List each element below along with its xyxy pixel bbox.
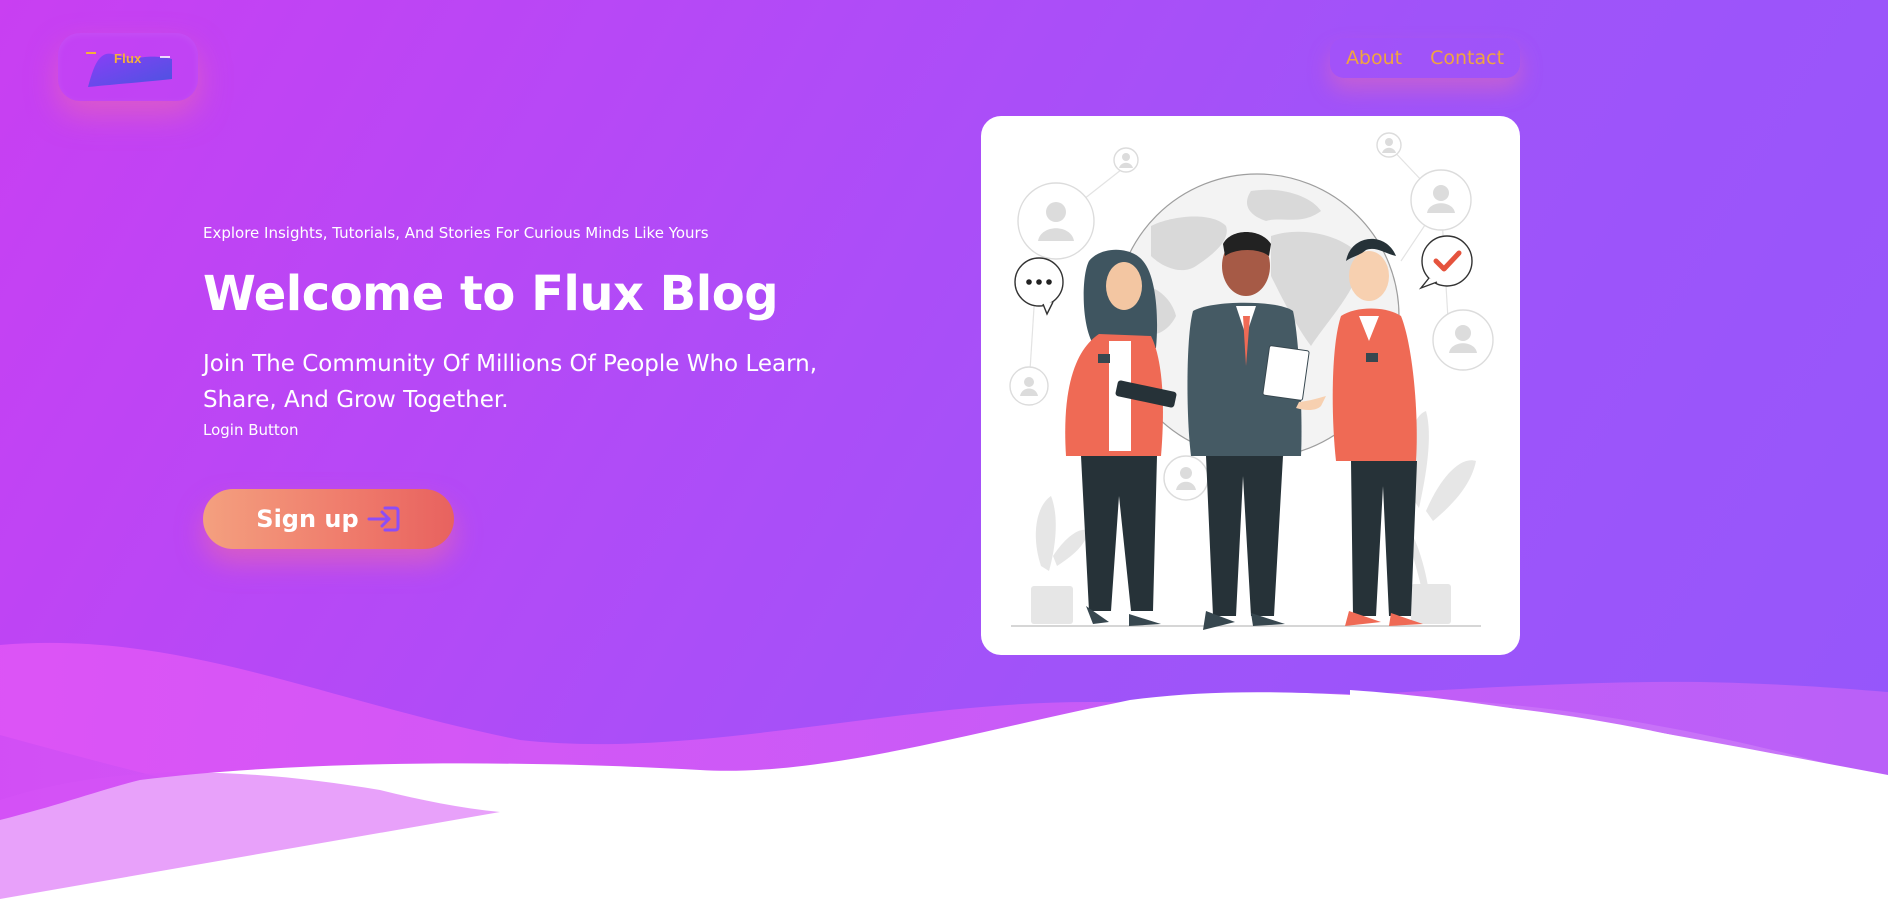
signup-button-label: Sign up	[256, 505, 359, 533]
signup-button[interactable]: Sign up	[203, 489, 454, 549]
hero-tagline: Explore Insights, Tutorials, And Stories…	[203, 224, 709, 242]
page-title: Welcome to Flux Blog	[203, 266, 779, 322]
nav-link-about[interactable]: About	[1346, 47, 1402, 69]
wave-background	[0, 642, 1888, 899]
login-label: Login Button	[203, 421, 299, 439]
logo[interactable]: Flux	[58, 33, 198, 101]
hero-subtitle: Join The Community Of Millions Of People…	[203, 351, 818, 413]
team-illustration	[1009, 132, 1494, 630]
nav-link-contact[interactable]: Contact	[1430, 47, 1504, 69]
top-nav: About Contact	[1330, 38, 1520, 78]
logo-text: Flux	[114, 51, 142, 66]
hero-section: Flux About Contact Explore Insights, Tut…	[0, 0, 1888, 899]
login-arrow-icon	[367, 506, 400, 532]
hero-illustration-card	[981, 116, 1520, 655]
